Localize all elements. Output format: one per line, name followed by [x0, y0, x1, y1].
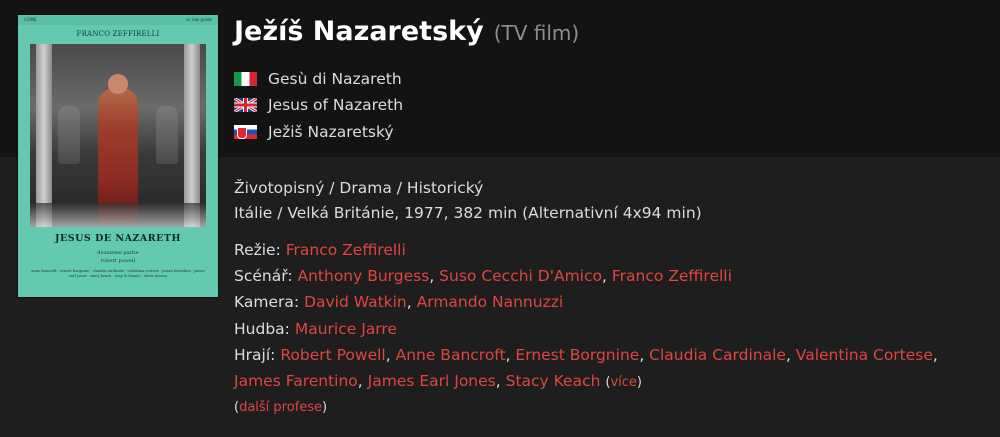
person-link[interactable]: Claudia Cardinale	[649, 346, 786, 364]
poster-soldier	[58, 106, 80, 164]
slovakia-flag-icon	[234, 125, 257, 139]
film-type-label: (TV film)	[493, 21, 580, 45]
person-link[interactable]: Anthony Burgess	[297, 267, 429, 285]
poster-title-text: JESUS DE NAZARETH	[55, 233, 181, 244]
poster-top-right-text: sir lew grade	[186, 17, 212, 22]
person-link[interactable]: David Watkin	[304, 293, 407, 311]
person-link[interactable]: Armando Nannuzzi	[417, 293, 564, 311]
alt-title-row: Ježiš Nazaretský	[234, 121, 654, 143]
alt-title-row: Jesus of Nazareth	[234, 94, 654, 116]
person-link[interactable]: Anne Bancroft	[396, 346, 506, 364]
poster-subtitle-text: deuxieme partie	[97, 250, 139, 256]
poster-floor	[30, 203, 206, 227]
crew-label: Hrají:	[234, 346, 276, 364]
person-link[interactable]: Stacy Keach	[506, 372, 601, 390]
person-link[interactable]: Maurice Jarre	[295, 320, 397, 338]
more-cast-link[interactable]: více	[610, 375, 636, 390]
person-link[interactable]: Valentina Cortese	[796, 346, 933, 364]
film-poster[interactable]: COINE sir lew grade FRANCO ZEFFIRELLI JE…	[17, 14, 219, 298]
poster-soldier	[156, 106, 178, 164]
person-link[interactable]: Suso Cecchi D'Amico	[439, 267, 602, 285]
poster-image	[30, 44, 206, 227]
alt-title-text: Ježiš Nazaretský	[268, 123, 394, 141]
person-link[interactable]: James Farentino	[234, 372, 358, 390]
crew-label: Hudba:	[234, 320, 290, 338]
crew-row-directing: Režie: Franco Zeffirelli	[234, 241, 406, 259]
more-professions-row: (další profese)	[234, 400, 328, 415]
poster-star-text: robert powell	[100, 258, 136, 264]
uk-flag-icon	[234, 98, 257, 112]
alt-title-text: Gesù di Nazareth	[268, 70, 402, 88]
poster-topline: COINE sir lew grade	[24, 17, 212, 22]
person-link[interactable]: Robert Powell	[280, 346, 385, 364]
italy-flag-icon	[234, 72, 257, 86]
alt-title-text: Jesus of Nazareth	[268, 96, 404, 114]
person-link[interactable]: Franco Zeffirelli	[286, 241, 406, 259]
poster-top-left-text: COINE	[24, 17, 37, 22]
alt-title-row: Gesù di Nazareth	[234, 68, 654, 90]
poster-director-text: FRANCO ZEFFIRELLI	[76, 30, 160, 38]
poster-pillar	[36, 44, 52, 227]
title-row: Ježíš Nazaretský (TV film)	[234, 16, 579, 47]
poster-credits-text: anne bancroft · ernest borgnine · claudi…	[31, 269, 205, 278]
crew-label: Scénář:	[234, 267, 293, 285]
more-professions-link[interactable]: další profese	[239, 400, 322, 415]
crew-row-camera: Kamera: David Watkin, Armando Nannuzzi	[234, 293, 564, 311]
crew-row-screenplay: Scénář: Anthony Burgess, Suso Cecchi D'A…	[234, 267, 732, 285]
crew-row-cast-continued: James Farentino, James Earl Jones, Stacy…	[234, 372, 642, 390]
origin-text: Itálie / Velká Británie, 1977, 382 min (…	[234, 204, 702, 222]
crew-label: Kamera:	[234, 293, 300, 311]
person-link[interactable]: Franco Zeffirelli	[612, 267, 732, 285]
crew-label: Režie:	[234, 241, 281, 259]
genres-text: Životopisný / Drama / Historický	[234, 179, 484, 197]
crew-row-music: Hudba: Maurice Jarre	[234, 320, 397, 338]
person-link[interactable]: James Earl Jones	[368, 372, 496, 390]
person-link[interactable]: Ernest Borgnine	[515, 346, 639, 364]
poster-pillar	[184, 44, 200, 227]
page-title: Ježíš Nazaretský	[234, 16, 484, 47]
crew-row-cast: Hrají: Robert Powell, Anne Bancroft, Ern…	[234, 346, 938, 364]
poster-figure-head	[108, 74, 128, 94]
poster-figure	[98, 88, 138, 222]
